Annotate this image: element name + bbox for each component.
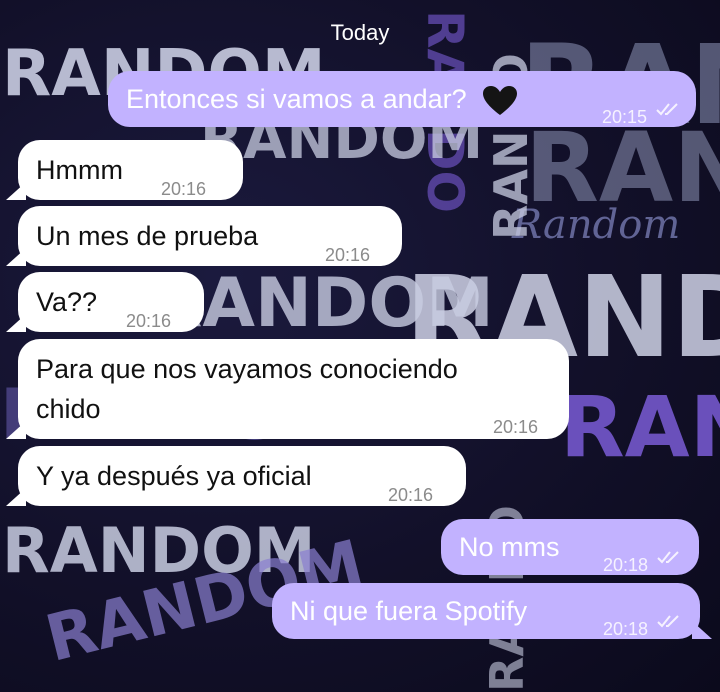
message-text: Hmmm — [36, 155, 123, 185]
bubble-tail — [6, 314, 26, 332]
read-receipt-icon — [656, 103, 678, 116]
message-time: 20:16 — [325, 245, 371, 265]
chat-screen: RANDOM RAN RAN Random RAND RAN RANDOM RA… — [0, 0, 720, 692]
message-time: 20:15 — [602, 107, 648, 127]
date-separator: Today — [330, 20, 390, 45]
read-receipt-icon — [657, 615, 679, 628]
incoming-message[interactable]: Para que nos vayamos conociendo chido 20… — [6, 339, 569, 439]
incoming-message[interactable]: Hmmm 20:16 — [6, 140, 243, 200]
wallpaper-word: RAN — [560, 378, 720, 476]
read-receipt-icon — [657, 551, 679, 564]
message-text: Va?? — [36, 287, 98, 317]
message-time: 20:16 — [126, 311, 172, 331]
bubble-tail — [692, 621, 712, 639]
bubble-tail — [6, 488, 26, 506]
message-text-line: chido — [36, 394, 101, 424]
message-time: 20:16 — [493, 417, 539, 437]
message-text: Un mes de prueba — [36, 221, 259, 251]
message-time: 20:16 — [388, 485, 434, 505]
outgoing-message[interactable]: No mms 20:18 — [441, 519, 699, 575]
message-time: 20:16 — [161, 179, 207, 199]
message-text: Entonces si vamos a andar? — [126, 84, 467, 114]
incoming-message[interactable]: Y ya después ya oficial 20:16 — [6, 446, 466, 506]
message-text: Ni que fuera Spotify — [290, 596, 528, 626]
wallpaper-word: Random — [512, 202, 681, 248]
message-time: 20:18 — [603, 619, 649, 639]
message-text-line: Para que nos vayamos conociendo — [36, 354, 458, 384]
incoming-message[interactable]: Un mes de prueba 20:16 — [6, 206, 402, 266]
wallpaper-word: RANDOM — [2, 514, 316, 587]
black-heart-icon — [483, 85, 518, 115]
outgoing-message[interactable]: Ni que fuera Spotify 20:18 — [272, 583, 712, 639]
message-time: 20:18 — [603, 555, 649, 575]
bubble-tail — [6, 421, 26, 439]
bubble-tail — [6, 182, 26, 200]
message-text: No mms — [459, 532, 560, 562]
incoming-message[interactable]: Va?? 20:16 — [6, 272, 204, 332]
outgoing-message[interactable]: Entonces si vamos a andar? 20:15 — [108, 71, 696, 127]
message-text: Y ya después ya oficial — [36, 461, 312, 491]
bubble-tail — [6, 248, 26, 266]
